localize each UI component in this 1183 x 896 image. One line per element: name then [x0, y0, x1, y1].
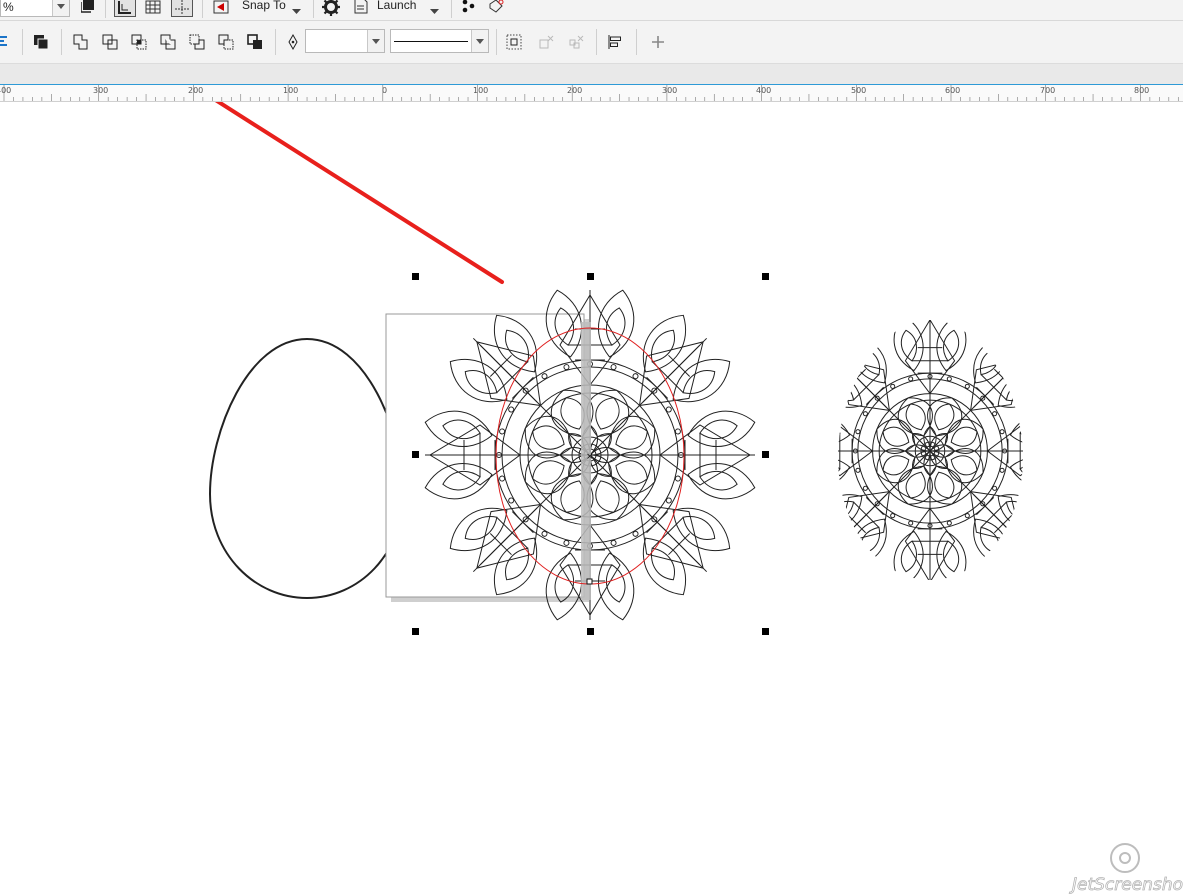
ungroup-objects-button — [535, 31, 557, 53]
ruler-label: 600 — [945, 86, 961, 95]
ungroup-all-button — [565, 31, 587, 53]
guidelines-icon — [175, 0, 189, 14]
gear-icon — [322, 0, 340, 16]
snap-to-button[interactable] — [210, 0, 232, 17]
ruler-label: 700 — [1040, 86, 1056, 95]
combine-icon — [34, 35, 49, 50]
grid-icon — [145, 0, 161, 14]
zoom-level-value: % — [3, 0, 14, 14]
launch-label[interactable]: Launch — [377, 0, 416, 12]
document-icon — [354, 0, 368, 14]
ruler-label: 800 — [1134, 86, 1150, 95]
egg-mandala[interactable] — [792, 313, 1068, 589]
fill-tag-button[interactable] — [486, 0, 506, 17]
trim-button[interactable] — [99, 31, 121, 53]
selection-handle-left[interactable] — [412, 451, 419, 458]
boundary-icon — [247, 34, 262, 49]
show-grid-button[interactable] — [142, 0, 164, 17]
selection-handle-bottom[interactable] — [587, 628, 594, 635]
drawing-canvas[interactable]: × JetScreenshot — [0, 102, 1183, 896]
ruler-label: 0 — [382, 86, 388, 95]
rotation-center-marker: × — [586, 452, 594, 462]
intersect-button[interactable] — [128, 31, 150, 53]
back-minus-front-icon — [218, 34, 234, 50]
full-screen-preview-button[interactable] — [78, 0, 98, 16]
selection-handle-top-left[interactable] — [412, 273, 419, 280]
weld-button[interactable] — [70, 31, 92, 53]
front-minus-back-icon — [189, 34, 205, 50]
ruler-label: 400 — [756, 86, 772, 95]
canvas-drawing: × JetScreenshot — [208, 102, 1183, 895]
outline-style-select[interactable] — [390, 29, 489, 53]
align-button[interactable] — [0, 31, 12, 51]
group-icon — [506, 34, 522, 50]
annotation-arrow — [214, 102, 504, 284]
property-bar — [0, 21, 1183, 64]
selection-handle-bottom-left[interactable] — [412, 628, 419, 635]
ruler-label: 500 — [851, 86, 867, 95]
weld-icon — [73, 34, 88, 50]
watermark-text: JetScreenshot — [1069, 875, 1183, 895]
watermark-logo: JetScreenshot — [1069, 843, 1183, 895]
egg-outline[interactable] — [208, 337, 405, 600]
ruler-label: 100 — [473, 86, 489, 95]
ruler-label: 200 — [188, 86, 204, 95]
chevron-down-icon[interactable] — [430, 3, 439, 17]
outline-pen-button[interactable] — [284, 31, 302, 53]
selection-handle-top-right[interactable] — [762, 273, 769, 280]
tag-icon — [489, 0, 504, 13]
back-minus-front-button[interactable] — [215, 31, 237, 53]
ruler-label: 300 — [93, 86, 109, 95]
selection-handle-right[interactable] — [762, 451, 769, 458]
document-tab-band — [0, 64, 1183, 85]
selection-handle-bottom-right[interactable] — [762, 628, 769, 635]
ruler-ticks — [3, 85, 1179, 101]
front-minus-back-button[interactable] — [186, 31, 208, 53]
plus-icon — [652, 36, 664, 48]
create-boundary-button[interactable] — [244, 31, 266, 53]
trim-icon — [102, 34, 118, 50]
align-distribute-icon — [608, 35, 621, 49]
group-objects-button[interactable] — [503, 31, 525, 53]
rulers-icon — [118, 1, 131, 14]
ungroup-icon — [539, 35, 554, 49]
simplify-button[interactable] — [157, 31, 179, 53]
combine-button[interactable] — [30, 31, 52, 53]
add-button[interactable] — [647, 31, 669, 53]
align-distribute-button[interactable] — [604, 31, 626, 53]
horizontal-ruler[interactable]: 400 300 200 100 0 100 200 300 400 500 60… — [0, 85, 1183, 102]
snap-icon — [213, 0, 229, 14]
standard-toolbar: % Snap To Launch — [0, 0, 1183, 21]
outline-width-input[interactable] — [305, 29, 385, 53]
chevron-down-icon[interactable] — [292, 3, 301, 17]
snap-to-label[interactable]: Snap To — [242, 0, 286, 12]
intersect-icon — [131, 34, 147, 50]
selection-handle-top[interactable] — [587, 273, 594, 280]
ruler-label: 200 — [567, 86, 583, 95]
show-guidelines-button[interactable] — [171, 0, 193, 17]
node-handle[interactable] — [586, 578, 593, 585]
simplify-icon — [160, 34, 176, 50]
options-button[interactable] — [320, 0, 342, 18]
chevron-down-icon[interactable] — [471, 30, 488, 52]
ruler-label: 100 — [283, 86, 299, 95]
ungroup-all-icon — [569, 35, 584, 49]
align-left-icon — [0, 36, 7, 46]
ruler-label: 300 — [662, 86, 678, 95]
ruler-label: 400 — [0, 86, 12, 95]
pen-nib-icon — [288, 34, 298, 50]
outline-style-line — [394, 41, 468, 42]
fullscreen-icon — [81, 0, 94, 13]
zoom-level-combo[interactable]: % — [0, 0, 70, 17]
chevron-down-icon[interactable] — [367, 30, 384, 52]
chevron-down-icon[interactable] — [52, 0, 69, 16]
node-dots-icon — [462, 0, 475, 13]
launch-button[interactable] — [351, 0, 371, 16]
show-rulers-button[interactable] — [114, 0, 136, 17]
dots-button[interactable] — [458, 0, 478, 17]
